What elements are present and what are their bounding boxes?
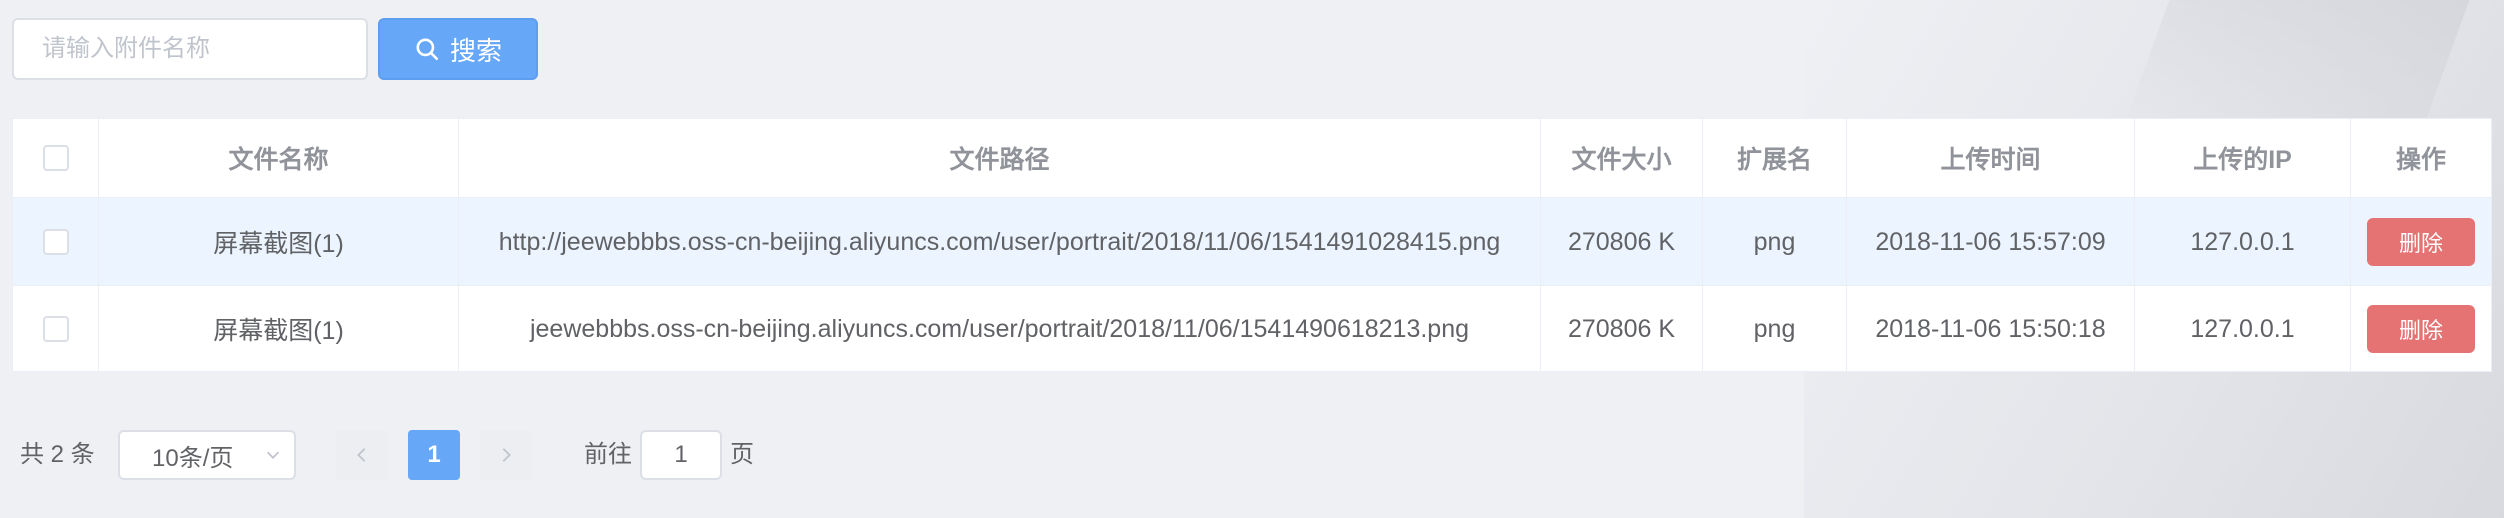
cell-actions: 删除 <box>2351 286 2491 372</box>
cell-file-name: 屏幕截图(1) <box>99 198 459 286</box>
delete-button[interactable]: 删除 <box>2367 218 2475 266</box>
header-file-name: 文件名称 <box>99 119 459 197</box>
goto-page-input[interactable] <box>640 430 722 480</box>
header-select-cell <box>13 119 99 197</box>
page-number-1[interactable]: 1 <box>408 430 460 480</box>
row-checkbox[interactable] <box>42 229 69 255</box>
cell-file-name: 屏幕截图(1) <box>99 286 459 372</box>
goto-label: 前往 <box>584 441 632 468</box>
page-size-value: 10条/页 <box>152 444 234 472</box>
chevron-left-icon <box>357 448 366 462</box>
table-header: 文件名称 文件路径 文件大小 扩展名 上传时间 上传的IP 操作 <box>13 119 2491 197</box>
goto-suffix: 页 <box>730 441 754 468</box>
cell-file-size: 270806 K <box>1541 198 1703 286</box>
cell-extension: png <box>1703 286 1847 372</box>
cell-upload-time: 2018-11-06 15:57:09 <box>1847 198 2135 286</box>
chevron-right-icon <box>502 448 511 462</box>
page-size-select[interactable]: 10条/页 <box>118 430 296 480</box>
header-upload-time: 上传时间 <box>1847 119 2135 197</box>
total-count: 共 2 条 <box>20 441 95 468</box>
select-all-checkbox[interactable] <box>42 145 69 171</box>
table-row[interactable]: 屏幕截图(1) http://jeewebbbs.oss-cn-beijing.… <box>13 197 2491 286</box>
search-input[interactable] <box>12 18 368 80</box>
next-page-button[interactable] <box>480 430 532 480</box>
table-row[interactable]: 屏幕截图(1) jeewebbbs.oss-cn-beijing.aliyunc… <box>13 285 2491 372</box>
header-extension: 扩展名 <box>1703 119 1847 197</box>
search-button-label: 搜索 <box>449 35 502 66</box>
cell-upload-ip: 127.0.0.1 <box>2135 286 2351 372</box>
cell-upload-ip: 127.0.0.1 <box>2135 198 2351 286</box>
cell-upload-time: 2018-11-06 15:50:18 <box>1847 286 2135 372</box>
cell-extension: png <box>1703 198 1847 286</box>
header-actions: 操作 <box>2395 146 2446 174</box>
header-file-size: 文件大小 <box>1541 119 1703 197</box>
cell-file-path: jeewebbbs.oss-cn-beijing.aliyuncs.com/us… <box>459 286 1541 372</box>
row-select-cell <box>13 286 99 372</box>
pagination: 共 2 条 10条/页 1 前往 页 <box>0 430 1000 480</box>
search-icon <box>416 38 439 61</box>
cell-file-path: http://jeewebbbs.oss-cn-beijing.aliyuncs… <box>459 198 1541 286</box>
prev-page-button[interactable] <box>336 430 388 480</box>
chevron-down-icon <box>266 451 280 459</box>
cell-actions: 删除 <box>2351 198 2491 286</box>
header-upload-ip: 上传的IP <box>2135 119 2351 197</box>
header-file-path: 文件路径 <box>459 119 1541 197</box>
attachments-table: 文件名称 文件路径 文件大小 扩展名 上传时间 上传的IP 操作 屏幕截图(1)… <box>12 118 2492 372</box>
search-button[interactable]: 搜索 <box>378 18 538 80</box>
row-checkbox[interactable] <box>42 316 69 342</box>
row-select-cell <box>13 198 99 286</box>
cell-file-size: 270806 K <box>1541 286 1703 372</box>
delete-button[interactable]: 删除 <box>2367 305 2475 353</box>
